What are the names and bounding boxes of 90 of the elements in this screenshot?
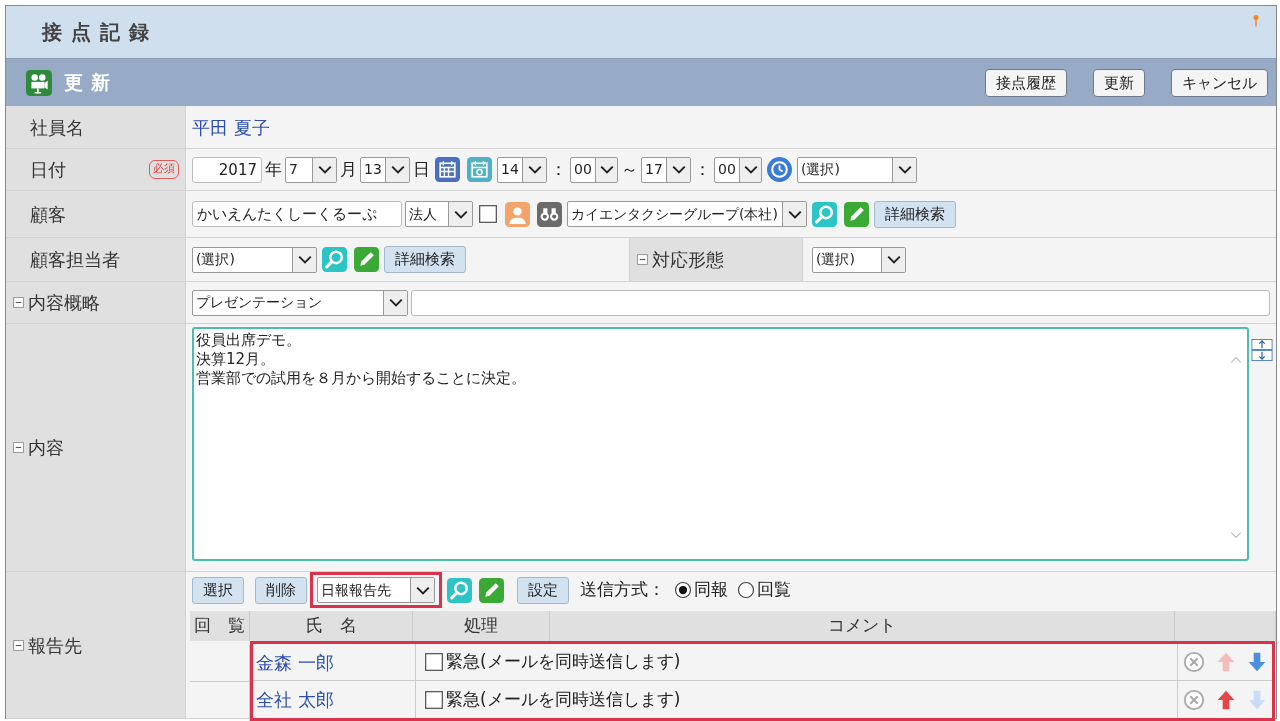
action-button[interactable]: 設定 <box>517 576 569 604</box>
dropdown[interactable]: (選択) <box>797 156 917 183</box>
calendar-icon[interactable] <box>467 157 492 182</box>
column-header: 氏 名 <box>305 614 357 638</box>
radio-button[interactable] <box>737 581 755 599</box>
dropdown[interactable]: 00 <box>570 156 618 183</box>
header-button[interactable]: 接点履歴 <box>985 68 1067 97</box>
collapse-icon[interactable] <box>12 638 25 652</box>
remove-icon[interactable] <box>1183 651 1206 673</box>
collapse-icon[interactable] <box>12 441 25 454</box>
checkbox[interactable] <box>424 652 444 672</box>
chevron-down-icon <box>671 165 686 174</box>
chevron-down-icon <box>388 298 403 307</box>
checkbox[interactable] <box>478 204 498 224</box>
dropdown[interactable]: プレゼンテーション <box>192 289 408 316</box>
field-label: 顧客 <box>30 202 66 227</box>
column-header: コメント <box>828 614 896 638</box>
header-button[interactable]: キャンセル <box>1171 68 1268 97</box>
field-text: ： <box>694 157 711 181</box>
input-field[interactable]: かいえんたくしーくるーぷ <box>192 201 402 227</box>
required-badge: 必須 <box>149 160 179 179</box>
field-label: 対応形態 <box>652 248 724 272</box>
checkbox[interactable] <box>424 689 444 710</box>
chevron-down-icon <box>453 209 468 219</box>
field-text: 年 <box>265 157 282 181</box>
chevron-down-icon <box>527 165 542 174</box>
action-button[interactable]: 選択 <box>192 576 244 604</box>
dropdown[interactable]: 14 <box>497 156 547 183</box>
remove-icon[interactable] <box>1183 688 1206 711</box>
text-area[interactable]: 役員出席デモ。 決算12月。 営業部での試用を８月から開始することに決定。 <box>192 327 1249 561</box>
recipient-name-link[interactable]: 全社 太郎 <box>256 686 334 713</box>
input-field[interactable]: 2017 <box>192 156 262 183</box>
field-text: 送信方式： <box>580 578 665 602</box>
field-text: ： <box>550 157 567 181</box>
column-header: 回 覧 <box>194 614 245 638</box>
header-button[interactable]: 更新 <box>1093 68 1145 97</box>
dropdown[interactable]: 00 <box>714 156 762 183</box>
field-label: 日付 <box>30 158 66 182</box>
search-icon[interactable] <box>322 247 347 272</box>
field-label: 顧客担当者 <box>30 248 120 272</box>
section-title: 更新 <box>64 70 118 96</box>
chevron-down-icon <box>390 165 405 174</box>
dropdown[interactable]: (選択) <box>812 246 906 273</box>
dropdown[interactable]: 法人 <box>405 201 473 227</box>
field-label: 内容 <box>28 436 64 460</box>
checkbox-label[interactable]: 緊急(メールを同時送信します) <box>446 649 681 675</box>
dropdown[interactable]: 7 <box>285 156 337 183</box>
column-header: 処理 <box>464 614 498 638</box>
search-icon[interactable] <box>447 577 472 603</box>
radio-label[interactable]: 同報 <box>694 577 728 603</box>
dropdown[interactable]: (選択) <box>192 246 317 273</box>
chevron-down-icon <box>886 255 901 264</box>
collapse-icon[interactable] <box>636 253 649 266</box>
field-label: 内容概略 <box>28 291 100 315</box>
action-button[interactable]: 詳細検索 <box>874 200 956 228</box>
binoculars-icon[interactable] <box>537 201 562 227</box>
collapse-icon[interactable] <box>12 296 25 309</box>
projector-icon <box>26 69 52 96</box>
search-icon[interactable] <box>812 201 837 227</box>
chevron-down-icon <box>744 165 759 174</box>
chevron-down-icon <box>415 585 430 595</box>
field-text: ～ <box>621 157 638 181</box>
field-label: 報告先 <box>28 633 82 658</box>
radio-label[interactable]: 回覧 <box>757 577 791 603</box>
chevron-down-icon <box>787 209 802 219</box>
chevron-down-icon <box>897 165 912 174</box>
dropdown[interactable]: 17 <box>641 156 691 183</box>
checkbox-label[interactable]: 緊急(メールを同時送信します) <box>446 686 681 713</box>
field-text: 月 <box>340 157 357 181</box>
field-text: 日 <box>413 157 430 181</box>
pencil-icon[interactable] <box>354 247 379 272</box>
dropdown[interactable]: カイエンタクシーグループ(本社) <box>567 201 807 227</box>
chevron-down-icon <box>600 165 615 174</box>
recipient-name-link[interactable]: 金森 一郎 <box>256 648 334 676</box>
window-title: 接点記録 <box>42 19 158 46</box>
pencil-icon[interactable] <box>844 201 869 227</box>
action-button[interactable]: 削除 <box>255 576 307 604</box>
pencil-icon[interactable] <box>479 577 504 603</box>
action-button[interactable]: 詳細検索 <box>384 246 466 273</box>
employee-name-link[interactable]: 平田 夏子 <box>192 113 270 141</box>
person-icon[interactable] <box>505 201 530 227</box>
chevron-down-icon <box>297 255 312 264</box>
chevron-down-icon <box>317 165 332 174</box>
radio-button[interactable] <box>674 581 692 599</box>
dropdown[interactable]: 日報報告先 <box>317 577 435 603</box>
field-label: 社員名 <box>30 115 84 140</box>
clock-icon[interactable] <box>767 157 792 182</box>
dropdown[interactable]: 13 <box>360 156 410 183</box>
calendar-icon[interactable] <box>435 157 460 182</box>
input-field[interactable] <box>411 289 1270 316</box>
